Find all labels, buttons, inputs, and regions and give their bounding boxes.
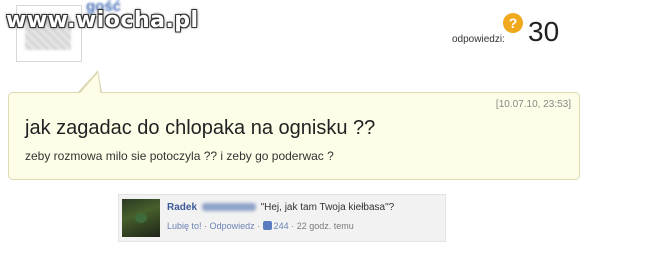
question-body: zeby rozmowa milo sie potoczyla ?? i zeb… — [25, 149, 334, 163]
comment-line: Radek "Hej, jak tam Twoja kiełbasa"? — [167, 202, 394, 213]
answers-count: 30 — [528, 16, 560, 47]
reply-link[interactable]: Odpowiedz — [210, 221, 255, 231]
answers-label: odpowiedzi: — [452, 34, 505, 45]
separator: · — [257, 221, 261, 231]
comment-text: "Hej, jak tam Twoja kiełbasa"? — [260, 202, 395, 213]
like-link[interactable]: Lubię to! — [167, 221, 202, 231]
question-timestamp: [10.07.10, 23:53] — [495, 99, 571, 110]
thumbs-up-icon — [262, 221, 272, 230]
site-watermark: www.wiocha.pl — [6, 8, 199, 33]
censored-surname — [201, 203, 256, 212]
facebook-comment: Radek "Hej, jak tam Twoja kiełbasa"? Lub… — [118, 194, 446, 242]
separator: · — [204, 221, 208, 231]
question-box: [10.07.10, 23:53] jak zagadac do chlopak… — [8, 92, 580, 180]
comment-actions: Lubię to! · Odpowiedz · 244 · 22 godz. t… — [167, 221, 354, 231]
separator: · — [291, 221, 295, 231]
answers-bubble-icon: ? — [503, 13, 523, 33]
like-count[interactable]: 244 — [274, 221, 289, 231]
commenter-name[interactable]: Radek — [167, 202, 197, 213]
question-title: jak zagadac do chlopaka na ognisku ?? — [25, 117, 376, 139]
commenter-avatar[interactable] — [122, 199, 160, 237]
comment-time: 22 godz. temu — [296, 221, 354, 231]
avatar-detail — [135, 213, 147, 223]
